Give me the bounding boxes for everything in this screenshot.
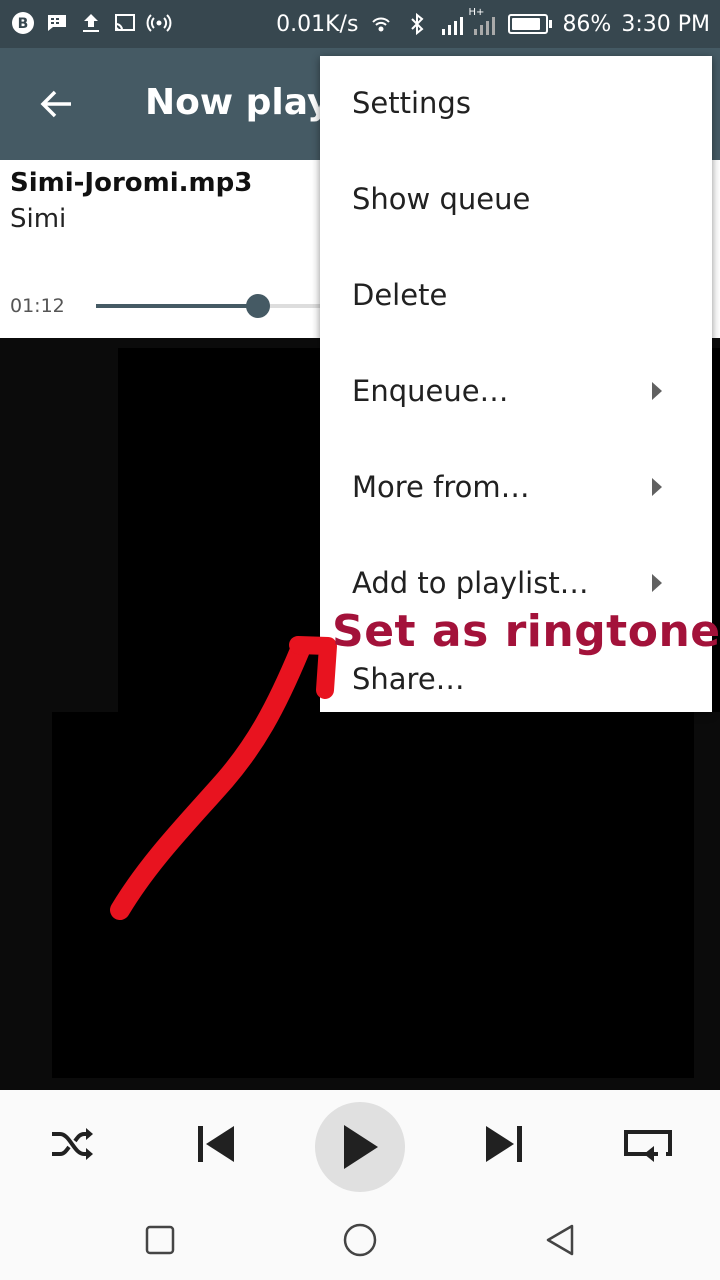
home-button[interactable] — [338, 1218, 382, 1262]
blackberry-messenger-icon: B — [10, 10, 36, 36]
menu-item-label: Add to playlist… — [352, 566, 589, 600]
status-right: 0.01K/s H+ 86% 3:30 PM — [276, 0, 710, 48]
recents-square-icon — [145, 1225, 175, 1255]
repeat-button[interactable] — [608, 1104, 688, 1184]
back-button[interactable] — [28, 76, 84, 132]
song-title: Simi-Joromi.mp3 — [10, 168, 253, 198]
skip-previous-icon — [198, 1126, 234, 1162]
chat-icon — [44, 10, 70, 36]
status-time: 3:30 PM — [621, 11, 710, 37]
menu-item-settings[interactable]: Settings — [320, 56, 712, 152]
menu-item-label: Settings — [352, 86, 471, 120]
play-icon — [344, 1125, 378, 1169]
cast-icon — [112, 10, 138, 36]
menu-item-label: Enqueue… — [352, 374, 509, 408]
annotation-text: Set as ringtone — [332, 606, 720, 657]
battery-percent: 86% — [562, 11, 612, 37]
album-art-image-lower — [52, 712, 694, 1078]
submenu-arrow-icon — [652, 382, 662, 400]
song-artist: Simi — [10, 204, 67, 234]
menu-item-more-from[interactable]: More from… — [320, 440, 712, 536]
playback-controls — [0, 1090, 720, 1200]
recents-button[interactable] — [138, 1218, 182, 1262]
svg-text:B: B — [18, 16, 29, 32]
hotspot-icon — [146, 10, 172, 36]
seek-thumb[interactable] — [246, 294, 270, 318]
elapsed-time: 01:12 — [10, 295, 65, 317]
network-type: H+ — [468, 7, 485, 18]
net-speed: 0.01K/s — [276, 11, 359, 37]
wifi-icon — [368, 11, 394, 37]
menu-item-label: Show queue — [352, 182, 531, 216]
back-nav-button[interactable] — [538, 1218, 582, 1262]
menu-item-label: More from… — [352, 470, 530, 504]
shuffle-button[interactable] — [32, 1104, 112, 1184]
seek-progress — [96, 304, 258, 308]
home-circle-icon — [343, 1223, 377, 1257]
skip-next-icon — [486, 1126, 522, 1162]
arrow-back-icon — [40, 90, 71, 118]
play-button[interactable] — [315, 1102, 405, 1192]
menu-item-show-queue[interactable]: Show queue — [320, 152, 712, 248]
next-button[interactable] — [464, 1104, 544, 1184]
status-bar: B 0.01K/s H+ 86% 3:30 PM — [0, 0, 720, 48]
menu-item-delete[interactable]: Delete — [320, 248, 712, 344]
signal-icon: H+ — [440, 7, 498, 37]
back-triangle-icon — [546, 1224, 574, 1256]
shuffle-icon — [52, 1128, 93, 1160]
page-title: Now playi — [145, 82, 343, 123]
status-icons-left: B — [10, 10, 172, 36]
nav-bar — [0, 1200, 720, 1280]
upload-icon — [78, 10, 104, 36]
submenu-arrow-icon — [652, 574, 662, 592]
menu-item-label: Delete — [352, 278, 448, 312]
menu-item-label: Share… — [352, 662, 465, 696]
repeat-icon — [624, 1130, 672, 1162]
battery-icon — [508, 14, 553, 34]
menu-item-enqueue[interactable]: Enqueue… — [320, 344, 712, 440]
bluetooth-icon — [404, 11, 430, 37]
submenu-arrow-icon — [652, 478, 662, 496]
previous-button[interactable] — [176, 1104, 256, 1184]
battery-fill — [512, 18, 540, 30]
